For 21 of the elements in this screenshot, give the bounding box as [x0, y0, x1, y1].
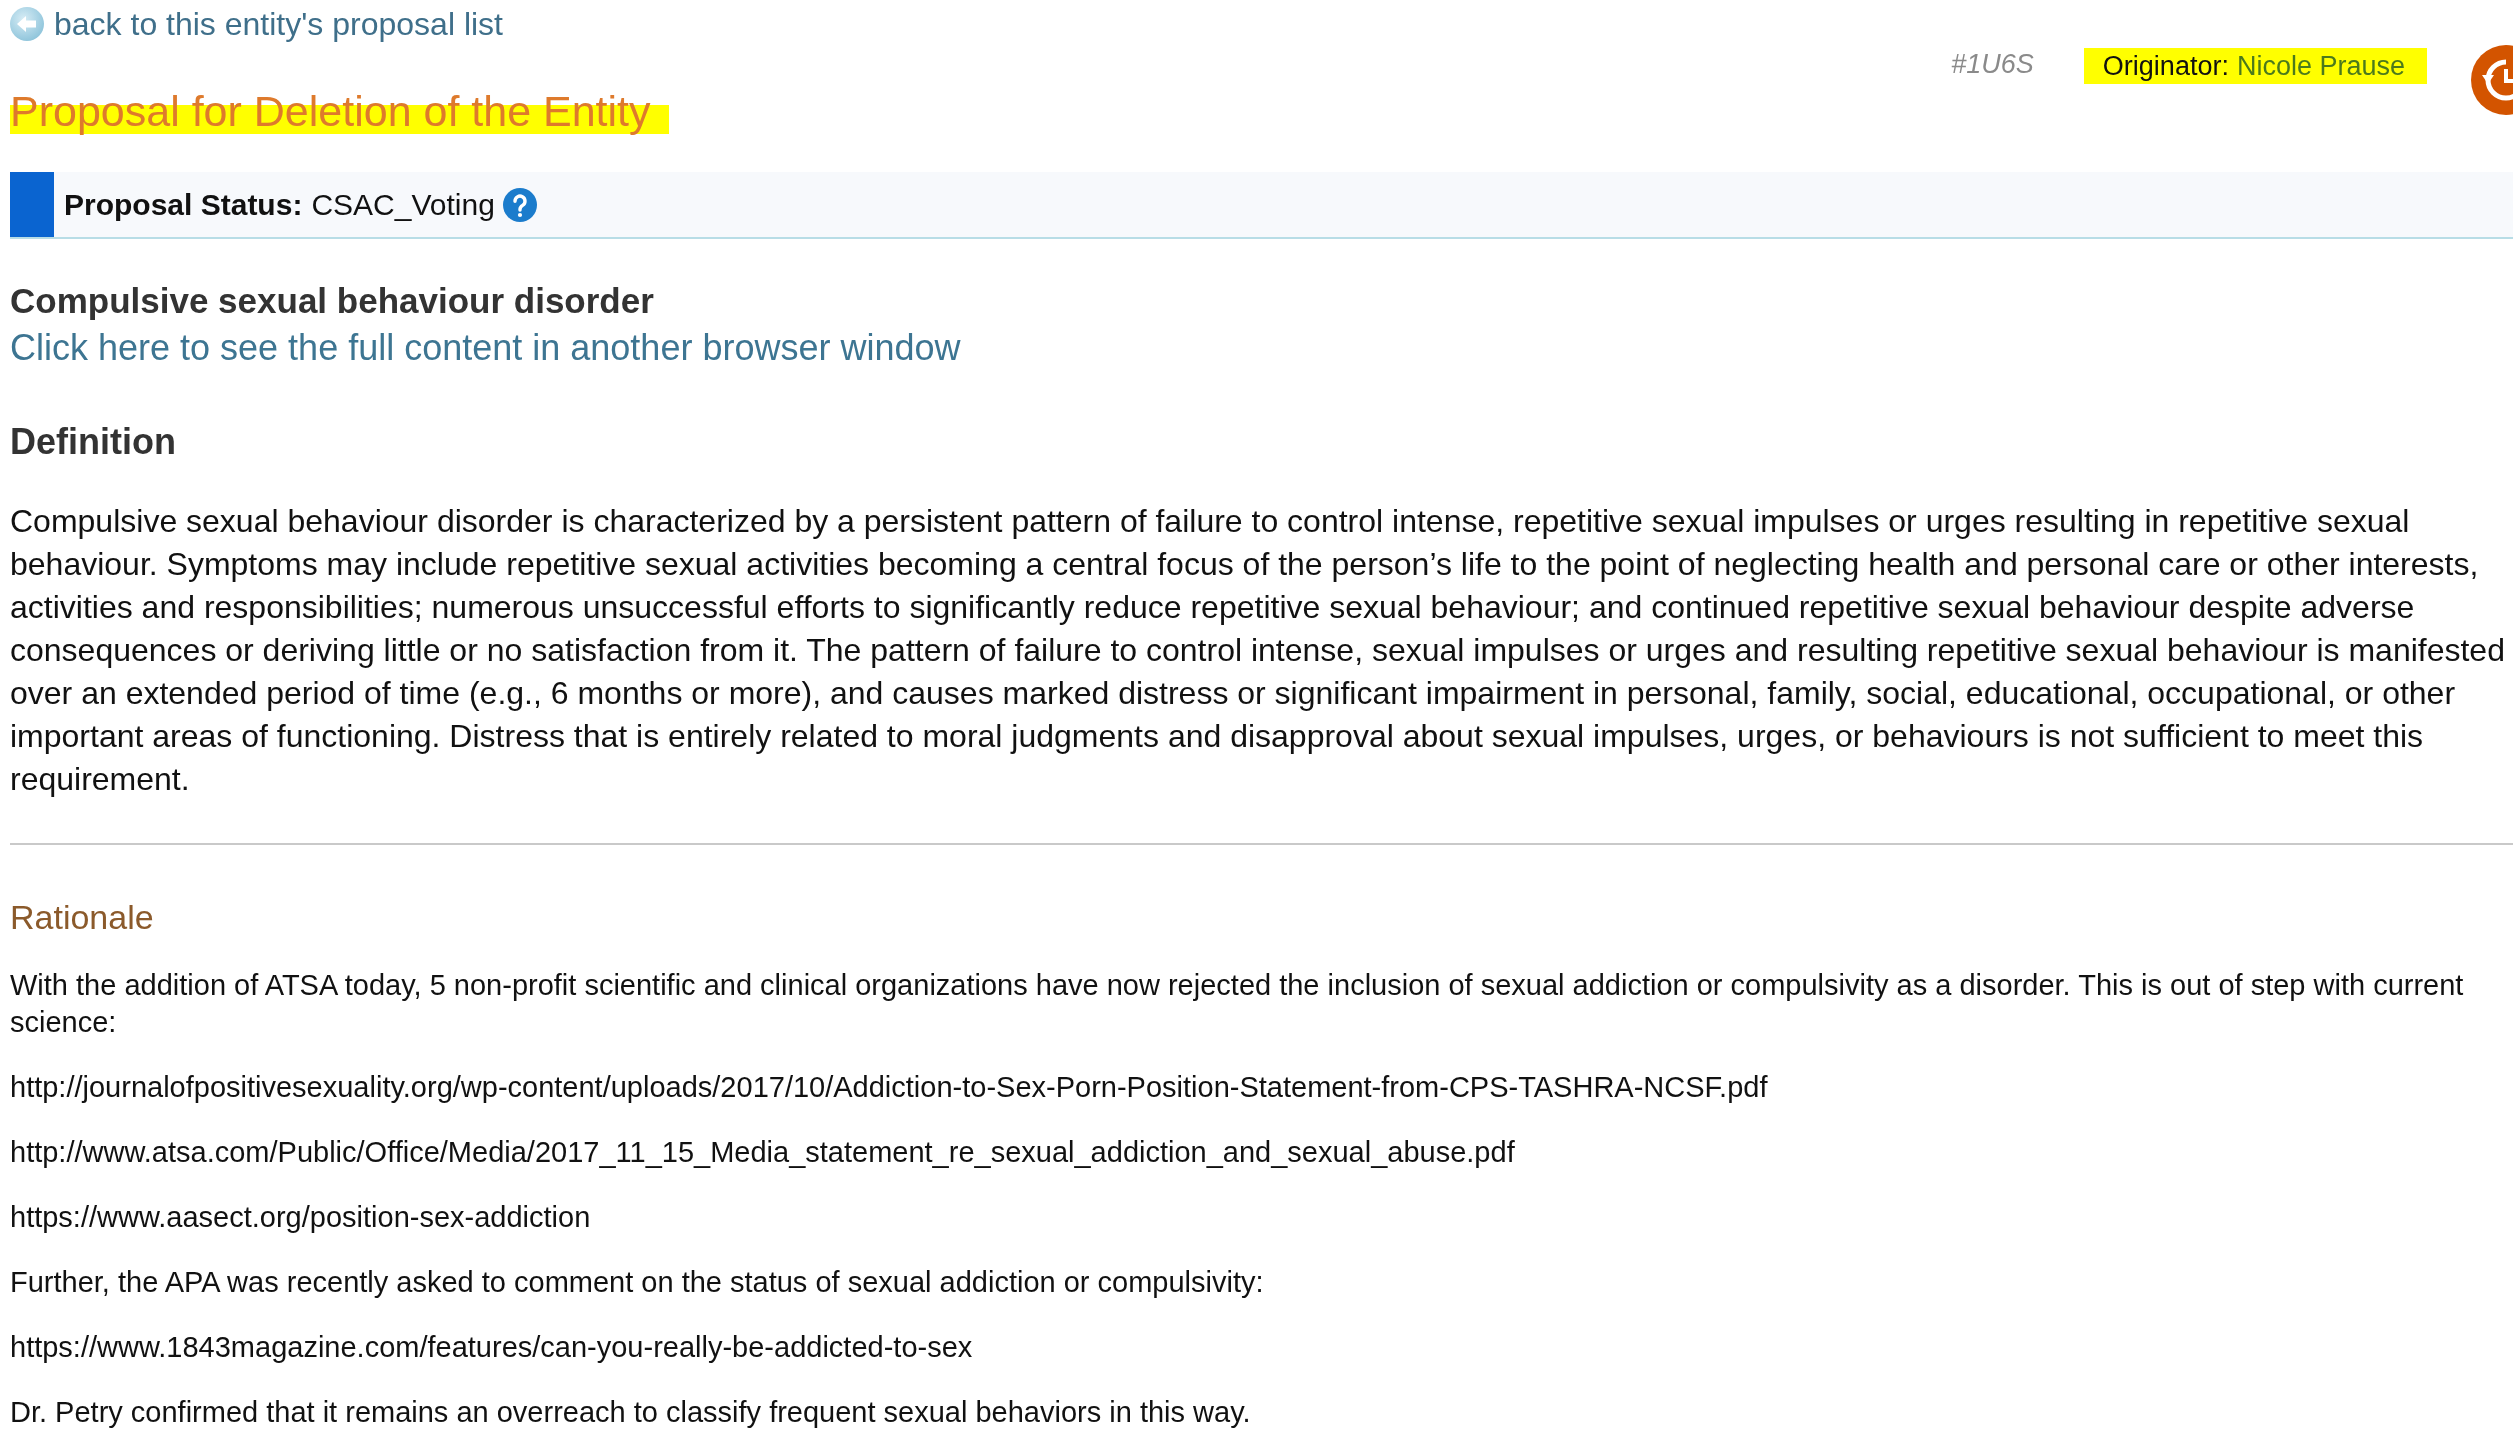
rationale-paragraph: https://www.aasect.org/position-sex-addiction [10, 1200, 592, 1235]
status-value: CSAC_Voting [311, 187, 495, 222]
originator-label: Originator: [2102, 50, 2229, 82]
proposal-id: #1U6S [1951, 48, 2034, 81]
help-icon[interactable] [502, 187, 537, 222]
rationale-paragraph: Further, the APA was recently asked to comment on the status of sexual addiction or compulsivity: [10, 1265, 1265, 1300]
rationale-paragraph: http://journalofpositivesexuality.org/wp-content/uploads/2017/10/Addiction-to-Sex-Porn-Position-Statement-from-CPS-TASHRA-NCSF.pdf [10, 1070, 1769, 1105]
rationale-heading: Rationale [10, 897, 154, 938]
rationale-paragraph: Dr. Petry confirmed that it remains an overreach to classify frequent sexual behaviors in this way. [10, 1395, 1252, 1430]
rationale-paragraph: With the addition of ATSA today, 5 non-profit scientific and clinical organizations have now rejected the inclusion of sexual addiction or compulsivity as a disorder. This is out of step with current science: [10, 968, 2465, 1040]
history-icon[interactable] [2470, 45, 2513, 115]
full-content-link[interactable]: Click here to see the full content in another browser window [10, 326, 961, 370]
originator-name: Nicole Prause [2236, 50, 2405, 82]
status-label: Proposal Status: [64, 187, 303, 222]
definition-text: Compulsive sexual behaviour disorder is characterized by a persistent pattern of failure to control intense, repetitive sexual impulses or urges resulting in repetitive sexual behaviour. Symptoms may include repetitive sexual activities becoming a central focus of the person’s life to the point of neglecting health and personal care or other interests, activities and responsibilities; numerous unsuccessful efforts to significantly reduce repetitive sexual behaviour; and continued repetitive sexual behaviour despite adverse consequences or deriving little or no satisfaction from it. The pattern of failure to control intense, sexual impulses or urges and resulting repetitive sexual behaviour is manifested over an extended period of time (e.g., 6 months or more), and causes marked distress or significant impairment in personal, family, social, educational, occupational, or other important areas of functioning. Distress that is entirely related to moral judgments and disapproval about sexual impulses, urges, or behaviours is not sufficient to meet this requirement. [10, 502, 2506, 799]
rationale-paragraph: http://www.atsa.com/Public/Office/Media/2017_11_15_Media_statement_re_sexual_addiction_and_sexual_abuse.pdf [10, 1135, 1516, 1170]
entity-title: Compulsive sexual behaviour disorder [10, 280, 654, 322]
rationale-paragraph: https://www.1843magazine.com/features/can-you-really-be-addicted-to-sex [10, 1330, 974, 1365]
back-link[interactable]: back to this entity's proposal list [10, 0, 503, 48]
definition-heading: Definition [10, 420, 176, 464]
status-marker [10, 172, 54, 237]
